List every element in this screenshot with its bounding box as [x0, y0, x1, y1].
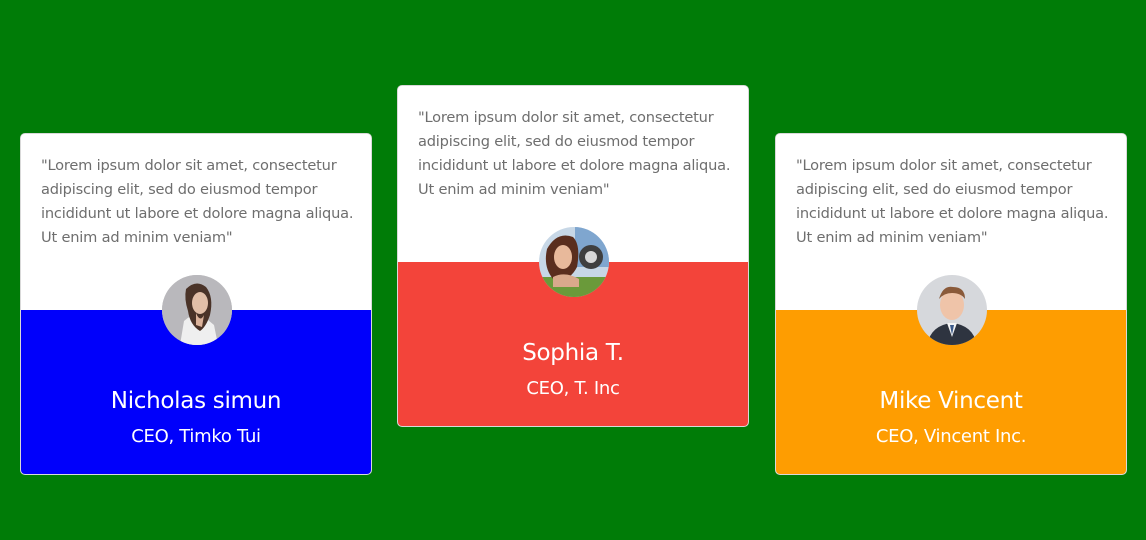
avatar — [539, 227, 609, 297]
author-name: Mike Vincent — [879, 388, 1023, 414]
testimonial-quote: "Lorem ipsum dolor sit amet, consectetur… — [418, 109, 731, 198]
testimonial-quote: "Lorem ipsum dolor sit amet, consectetur… — [796, 157, 1109, 246]
testimonial-card-sophia: "Lorem ipsum dolor sit amet, consectetur… — [397, 85, 749, 427]
author-role: CEO, Timko Tui — [131, 426, 261, 447]
author-role: CEO, T. Inc — [526, 378, 620, 399]
author-name: Sophia T. — [522, 340, 624, 366]
author-role: CEO, Vincent Inc. — [875, 426, 1027, 447]
testimonial-card-mike: "Lorem ipsum dolor sit amet, consectetur… — [775, 133, 1127, 475]
testimonial-quote: "Lorem ipsum dolor sit amet, consectetur… — [41, 157, 354, 246]
author-name: Nicholas simun — [110, 388, 282, 414]
avatar — [917, 275, 987, 345]
avatar — [162, 275, 232, 345]
testimonial-card-nicholas: "Lorem ipsum dolor sit amet, consectetur… — [20, 133, 372, 475]
